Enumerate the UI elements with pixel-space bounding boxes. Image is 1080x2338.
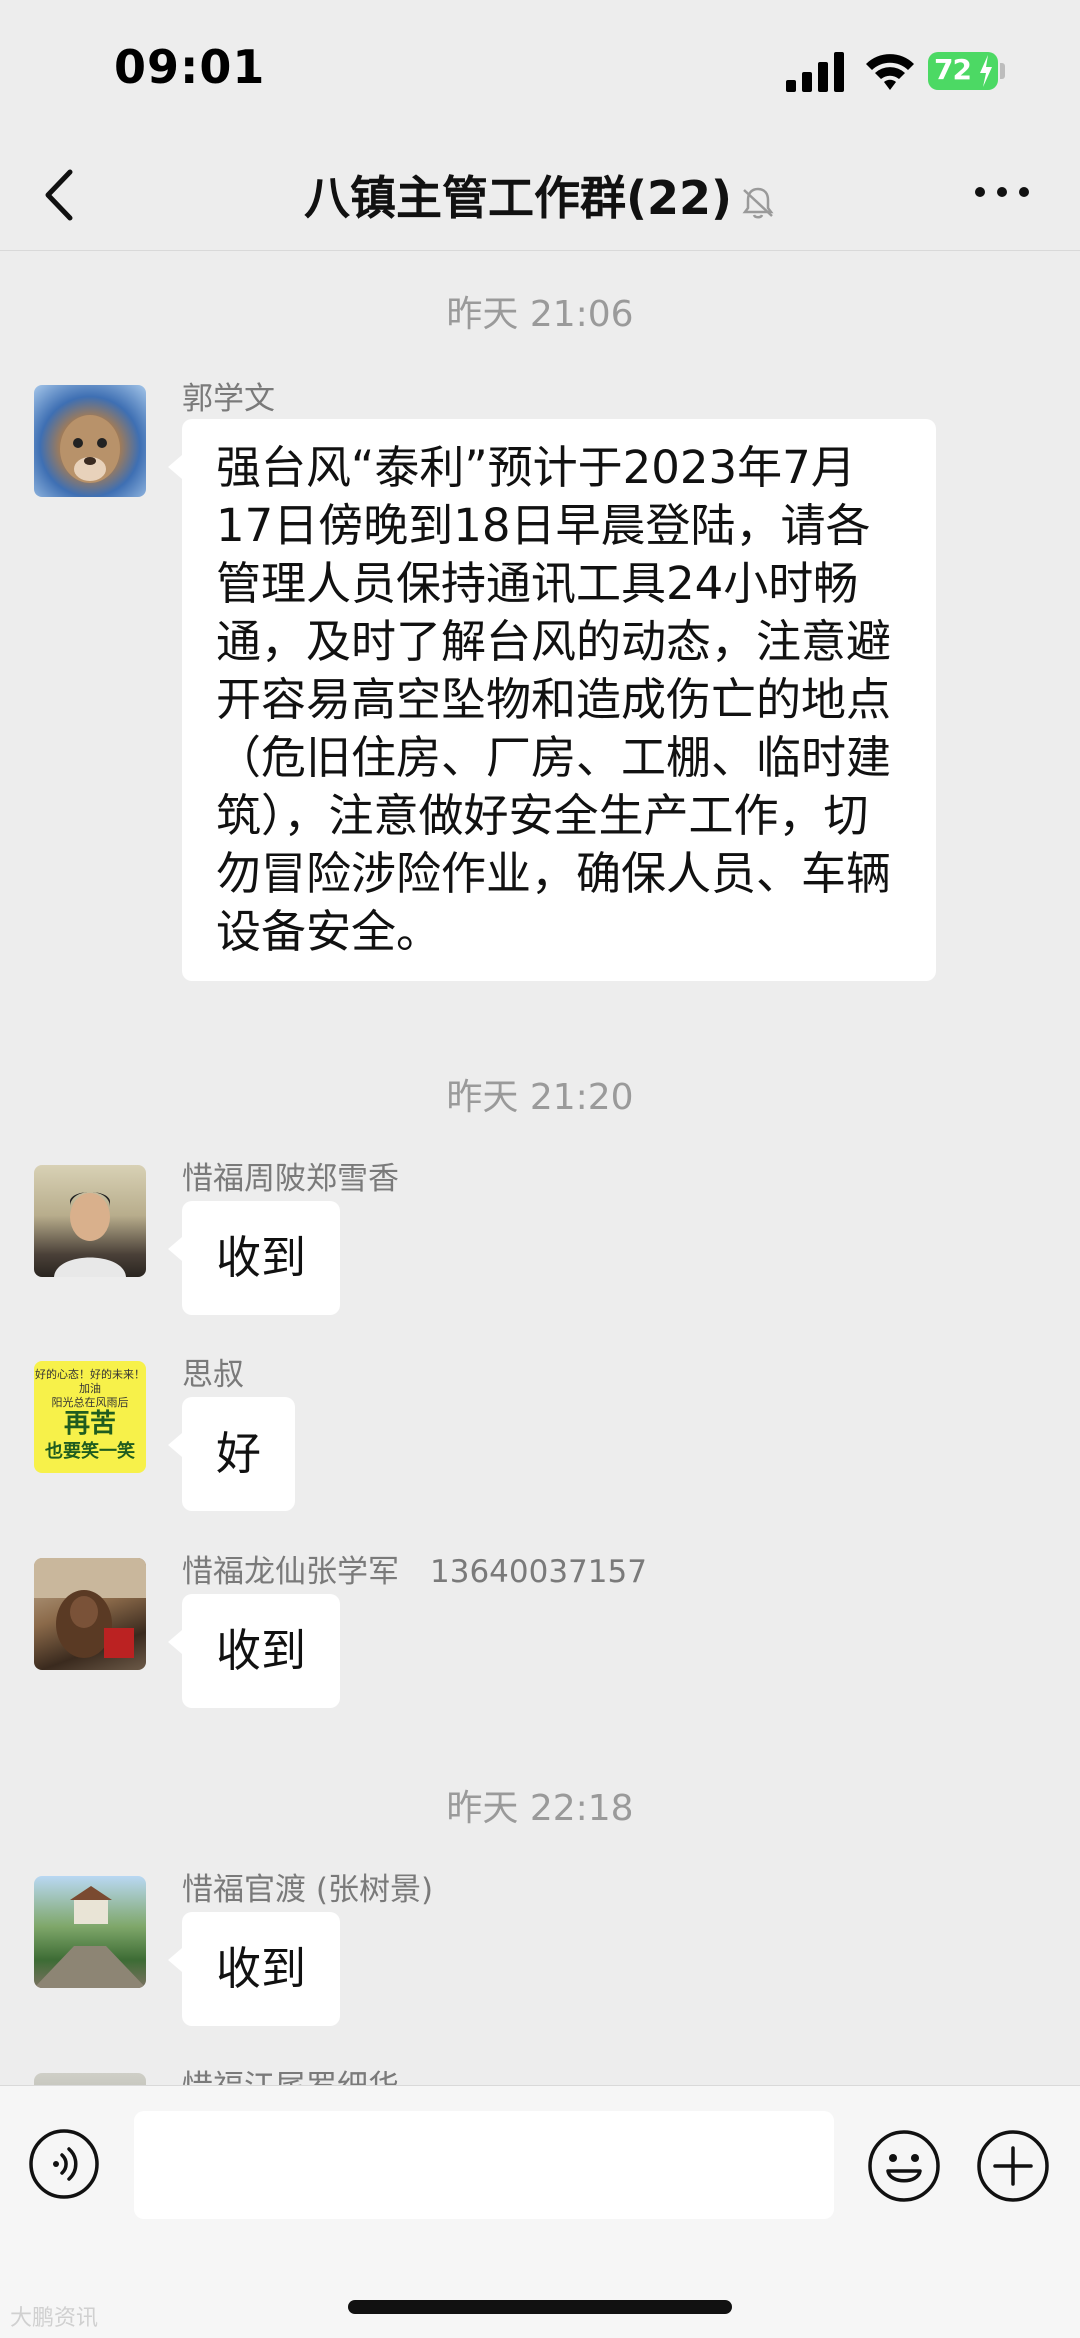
avatar-image xyxy=(54,1192,126,1277)
avatar-caption: 阳光总在风雨后 xyxy=(51,1396,129,1409)
plus-icon[interactable] xyxy=(975,2128,1051,2204)
avatar-image xyxy=(34,1886,146,1988)
avatar-caption: 也要笑一笑 xyxy=(45,1441,135,1462)
sender-name: 惜福江尾罗细华 xyxy=(182,2061,399,2085)
sender-name: 思叔 xyxy=(182,1357,244,1393)
avatar[interactable] xyxy=(34,1558,146,1670)
battery-level: 72 xyxy=(934,53,972,86)
mute-bell-icon xyxy=(742,187,774,218)
message-bubble[interactable]: 好 xyxy=(167,1397,296,1511)
avatar-image xyxy=(60,415,120,483)
chat-title: 八镇主管工作群(22) xyxy=(0,162,1080,228)
signal-icon xyxy=(786,52,844,92)
message-bubble[interactable]: 收到 xyxy=(167,1594,341,1708)
message-bubble[interactable]: 收到 xyxy=(167,1912,341,2026)
sender-name: 郭学文 xyxy=(182,381,275,417)
avatar[interactable] xyxy=(34,1165,146,1277)
charging-bolt-icon xyxy=(980,55,992,87)
battery-icon: 72 xyxy=(928,52,998,90)
avatar[interactable]: 好的心态！好的未来！加油 阳光总在风雨后 再苦 也要笑一笑 xyxy=(34,1361,146,1473)
battery-cap xyxy=(1000,63,1005,79)
chat-title-text: 八镇主管工作群(22) xyxy=(303,171,733,225)
status-time: 09:01 xyxy=(114,40,266,94)
watermark: 大鹏资讯 xyxy=(10,2306,99,2331)
message-input[interactable] xyxy=(134,2111,834,2219)
home-indicator[interactable] xyxy=(348,2300,732,2314)
avatar-image: 好的心态！好的未来！加油 阳光总在风雨后 再苦 也要笑一笑 xyxy=(34,1361,146,1473)
avatar[interactable] xyxy=(34,1876,146,1988)
message-bubble[interactable]: 强台风“泰利”预计于2023年7月17日傍晚到18日早晨登陆，请各管理人员保持通… xyxy=(168,419,936,981)
sender-name: 惜福周陂郑雪香 xyxy=(182,1161,399,1197)
avatar[interactable] xyxy=(34,385,146,497)
chat-area[interactable]: 昨天 21:06 郭学文 强台风“泰利”预计于2023年7月17日傍晚到18日早… xyxy=(0,251,1080,2085)
voice-icon[interactable] xyxy=(28,2128,100,2200)
timestamp: 昨天 22:18 xyxy=(446,1788,634,1829)
status-bar: 09:01 72 xyxy=(0,0,1080,140)
message-bubble[interactable]: 收到 xyxy=(167,1201,341,1315)
wifi-icon xyxy=(866,54,914,90)
more-icon[interactable] xyxy=(972,182,1032,202)
timestamp: 昨天 21:20 xyxy=(446,1077,634,1118)
avatar-caption: 再苦 xyxy=(63,1409,116,1439)
sender-name: 惜福官渡 (张树景) xyxy=(182,1872,434,1908)
emoji-icon[interactable] xyxy=(866,2128,942,2204)
sender-name: 惜福龙仙张学军 13640037157 xyxy=(182,1554,647,1590)
avatar-image xyxy=(34,1558,146,1658)
nav-bar: 八镇主管工作群(22) xyxy=(0,140,1080,251)
avatar-caption: 好的心态！好的未来！加油 xyxy=(35,1368,145,1395)
avatar[interactable] xyxy=(34,2073,146,2085)
timestamp: 昨天 21:06 xyxy=(446,294,634,335)
